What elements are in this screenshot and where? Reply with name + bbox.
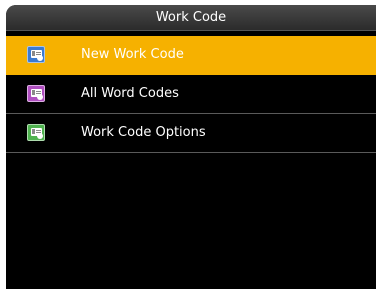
all-work-codes-icon [27, 85, 45, 102]
menu-item-new-work-code[interactable]: New Work Code [6, 36, 376, 75]
menu-item-label: New Work Code [81, 47, 184, 62]
menu-item-label: All Word Codes [81, 86, 179, 101]
work-code-options-icon [27, 124, 45, 141]
menu-item-label: Work Code Options [81, 125, 206, 140]
work-code-menu: New Work Code All Word Codes Work Code O… [6, 36, 376, 153]
page-title: Work Code [155, 10, 227, 25]
menu-item-all-work-codes[interactable]: All Word Codes [6, 75, 376, 114]
title-bar: Work Code [6, 5, 376, 31]
menu-item-work-code-options[interactable]: Work Code Options [6, 114, 376, 153]
new-work-code-icon [27, 46, 45, 63]
device-screen: Work Code New Work Code All Word Codes W… [6, 5, 376, 289]
